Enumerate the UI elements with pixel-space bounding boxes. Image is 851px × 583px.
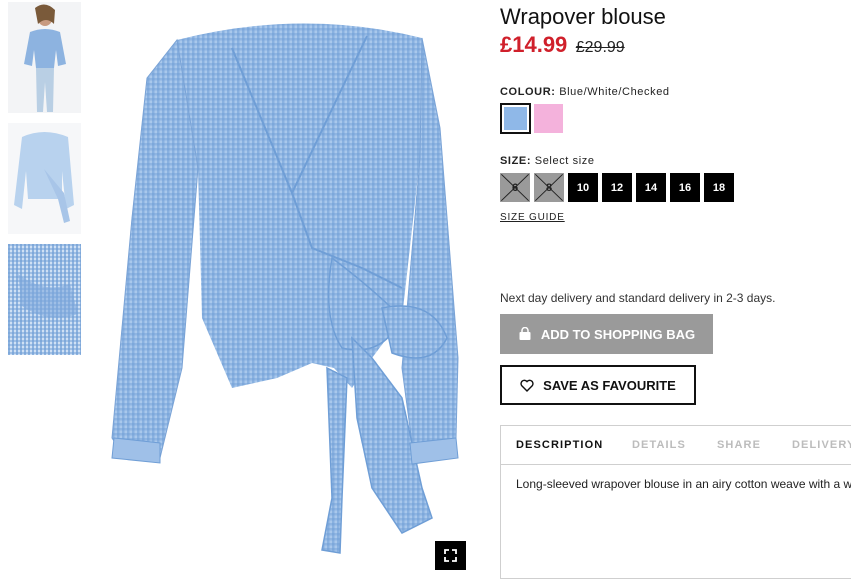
tab-share[interactable]: SHARE	[717, 439, 761, 451]
thumbnail-model[interactable]	[8, 2, 81, 113]
colour-label: COLOUR: Blue/White/Checked	[500, 86, 670, 98]
size-value: Select size	[534, 155, 595, 167]
size-label-title: SIZE:	[500, 155, 532, 167]
tab-bar: DESCRIPTION DETAILS SHARE DELIVERY	[501, 426, 851, 465]
size-guide-link[interactable]: SIZE GUIDE	[500, 212, 565, 223]
heart-icon	[520, 379, 534, 392]
thumbnail-flat[interactable]	[8, 123, 81, 234]
add-to-bag-label: ADD TO SHOPPING BAG	[540, 326, 696, 342]
save-favourite-label: SAVE AS FAVOURITE	[543, 377, 676, 393]
size-option-14[interactable]: 14	[636, 173, 666, 202]
product-main-image	[102, 18, 474, 573]
colour-value: Blue/White/Checked	[559, 86, 670, 98]
size-option-18[interactable]: 18	[704, 173, 734, 202]
tab-details[interactable]: DETAILS	[632, 439, 686, 451]
tab-delivery[interactable]: DELIVERY	[792, 439, 851, 451]
colour-label-title: COLOUR:	[500, 86, 556, 98]
expand-icon	[444, 549, 457, 562]
size-option-16[interactable]: 16	[670, 173, 700, 202]
sale-price: £14.99	[500, 32, 568, 57]
size-option-6[interactable]: 6	[500, 173, 530, 202]
product-info-tabs: DESCRIPTION DETAILS SHARE DELIVERY Long-…	[500, 425, 851, 579]
price-row: £14.99 £29.99	[500, 32, 625, 58]
description-text: Long-sleeved wrapover blouse in an airy …	[516, 477, 851, 491]
size-option-10[interactable]: 10	[568, 173, 598, 202]
original-price: £29.99	[575, 39, 625, 56]
tab-description[interactable]: DESCRIPTION	[516, 439, 603, 451]
size-option-12[interactable]: 12	[602, 173, 632, 202]
product-title: Wrapover blouse	[500, 4, 666, 29]
size-option-8[interactable]: 8	[534, 173, 564, 202]
delivery-info: Next day delivery and standard delivery …	[500, 291, 776, 305]
size-label: SIZE: Select size	[500, 155, 595, 167]
shopping-bag-icon	[519, 327, 531, 340]
thumbnail-detail[interactable]	[8, 244, 81, 355]
fullscreen-button[interactable]	[435, 541, 466, 570]
add-to-bag-button[interactable]: ADD TO SHOPPING BAG	[500, 314, 713, 354]
save-favourite-button[interactable]: SAVE AS FAVOURITE	[500, 365, 696, 405]
colour-swatch-blue[interactable]	[500, 103, 531, 134]
colour-swatch-pink[interactable]	[533, 103, 564, 134]
